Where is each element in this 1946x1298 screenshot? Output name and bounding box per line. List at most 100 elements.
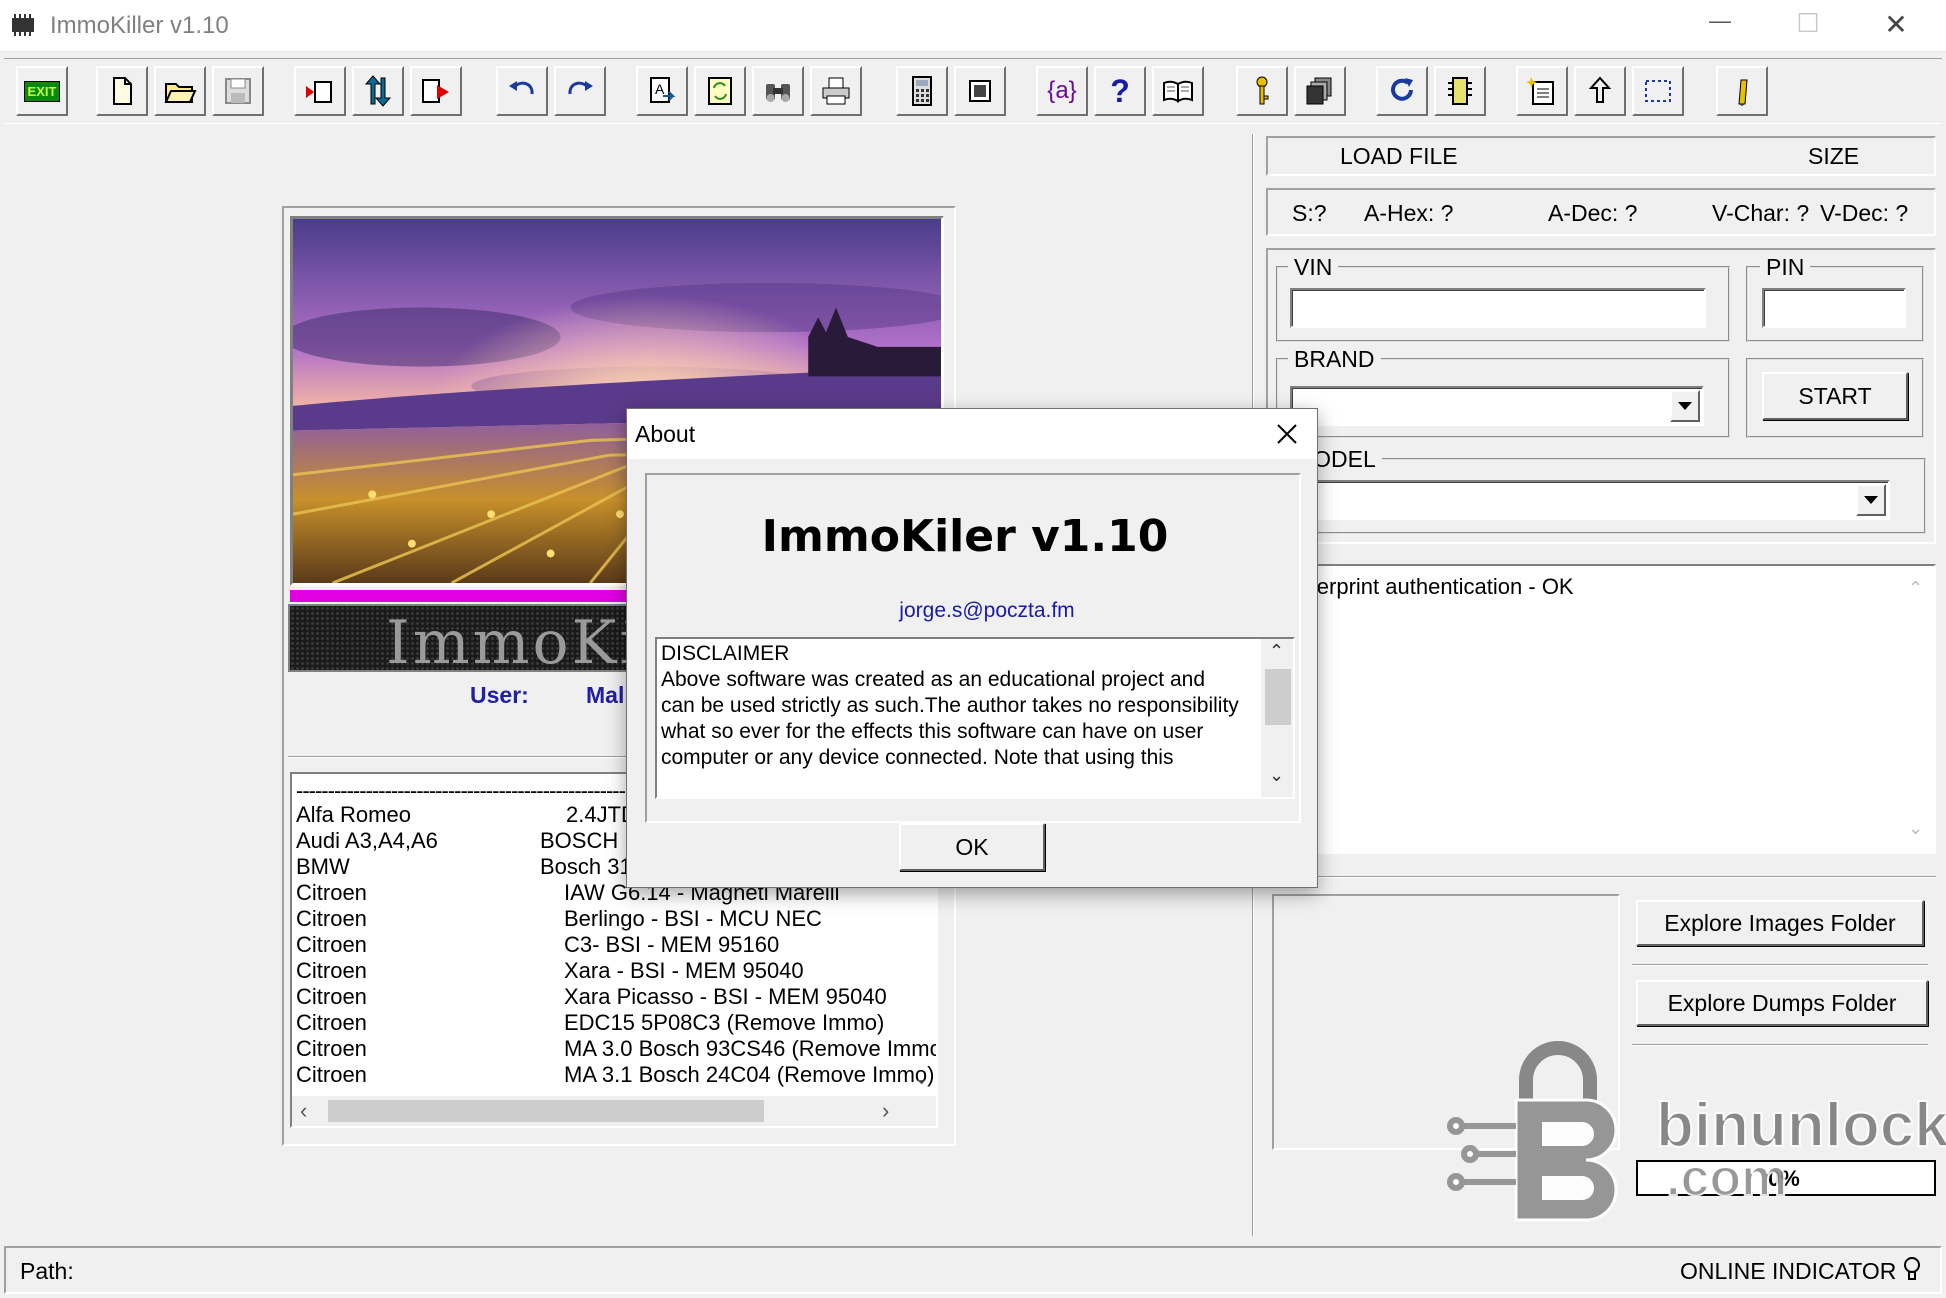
about-close-button[interactable] <box>1267 415 1307 453</box>
swap-button[interactable] <box>352 66 404 116</box>
disclaimer-line: DISCLAIMER <box>661 642 790 665</box>
about-ok-button[interactable]: OK <box>899 823 1045 871</box>
model-dropdown-button[interactable] <box>1856 484 1886 516</box>
log-scroll-up-icon[interactable]: ⌃ <box>1908 578 1923 599</box>
info-row: S:? A-Hex: ? A-Dec: ? V-Char: ? V-Dec: ? <box>1266 188 1936 236</box>
v-char-value: V-Char: ? <box>1712 200 1810 226</box>
disclaimer-scroll-thumb[interactable] <box>1265 669 1291 725</box>
manual-button[interactable] <box>1152 66 1204 116</box>
convert-icon <box>708 77 732 105</box>
log-box[interactable]: Fingerprint authentication - OK ⌃ ⌄ <box>1266 564 1936 854</box>
help-icon: ? <box>1110 72 1130 109</box>
info-button[interactable] <box>1716 66 1768 116</box>
folder-open-icon <box>164 83 197 103</box>
import-button[interactable] <box>294 66 346 116</box>
close-button[interactable]: ✕ <box>1876 8 1916 44</box>
binoculars-icon <box>766 84 790 102</box>
log-text: Fingerprint authentication - OK <box>1274 574 1574 599</box>
disclaimer-line: can be used strictly as such.The author … <box>661 694 1239 717</box>
new-file-icon <box>113 77 132 105</box>
convert-button[interactable] <box>694 66 746 116</box>
minimize-button[interactable]: — <box>1700 8 1740 44</box>
scroll-thumb[interactable] <box>328 1100 764 1122</box>
vin-field[interactable] <box>1290 288 1706 328</box>
brand-dropdown-button[interactable] <box>1670 390 1700 422</box>
explore-divider-1 <box>1632 964 1928 966</box>
list-item[interactable]: Citroen Berlingo - BSI - MCU NEC <box>296 906 916 932</box>
svg-text:A: A <box>655 81 665 97</box>
magenta-bar <box>290 590 636 602</box>
key-button[interactable] <box>1236 66 1288 116</box>
open-file-button[interactable] <box>154 66 206 116</box>
chip-button[interactable] <box>954 66 1006 116</box>
list-item-ecu: MA 3.0 Bosch 93CS46 (Remove Immo) <box>564 1036 938 1061</box>
log-scroll-down-icon[interactable]: ⌄ <box>1908 818 1923 839</box>
undo-icon <box>509 81 534 95</box>
lock-logo-icon <box>1447 1041 1618 1222</box>
led-banner-text: ImmoKiller <box>386 608 632 672</box>
export-icon <box>422 79 449 103</box>
disclaimer-text: DISCLAIMER Above software was created as … <box>661 641 1257 771</box>
scroll-left-icon[interactable]: ‹ <box>300 1098 307 1124</box>
select-button[interactable] <box>1632 66 1684 116</box>
memory-button[interactable] <box>1434 66 1486 116</box>
undo-button[interactable] <box>496 66 548 116</box>
disclaimer-box[interactable]: DISCLAIMER Above software was created as … <box>655 637 1295 799</box>
print-button[interactable] <box>810 66 862 116</box>
list-scroll-down-icon[interactable]: ⌄ <box>914 1068 929 1089</box>
new-file-button[interactable] <box>96 66 148 116</box>
list-item[interactable]: Citroen Xara - BSI - MEM 95040 <box>296 958 916 984</box>
list-item-ecu: C3- BSI - MEM 95160 <box>564 932 780 957</box>
export-button[interactable] <box>410 66 462 116</box>
maximize-button[interactable]: ☐ <box>1788 8 1828 44</box>
copy-button[interactable] <box>1294 66 1346 116</box>
online-indicator-label: ONLINE INDICATOR <box>1680 1258 1897 1284</box>
pin-field[interactable] <box>1762 288 1906 328</box>
refresh-button[interactable] <box>1376 66 1428 116</box>
goto-icon: A <box>650 77 676 103</box>
calculator-button[interactable] <box>896 66 948 116</box>
explore-dumps-button[interactable]: Explore Dumps Folder <box>1636 980 1928 1026</box>
scroll-right-icon[interactable]: › <box>882 1098 889 1124</box>
horizontal-scrollbar[interactable]: ‹ › <box>292 1096 936 1126</box>
about-app-name: ImmoKiler v1.10 <box>761 511 1169 562</box>
new-document-icon <box>1526 77 1554 105</box>
vin-label: VIN <box>1288 254 1339 281</box>
variables-button[interactable]: {a} <box>1036 66 1088 116</box>
a-dec-value: A-Dec: ? <box>1548 200 1638 226</box>
redo-button[interactable] <box>554 66 606 116</box>
list-item[interactable]: Citroen EDC15 5P08C3 (Remove Immo) <box>296 1010 916 1036</box>
save-button[interactable] <box>212 66 264 116</box>
load-file-label: LOAD FILE <box>1340 143 1458 169</box>
about-email-link[interactable]: jorge.s@poczta.fm <box>647 599 1327 623</box>
list-item[interactable]: Citroen MA 3.0 Bosch 93CS46 (Remove Immo) <box>296 1036 936 1062</box>
help-button[interactable]: ? <box>1094 66 1146 116</box>
arrow-up-icon <box>1588 76 1612 103</box>
import-icon <box>306 81 332 103</box>
list-item-brand: Citroen <box>296 932 367 957</box>
pin-label: PIN <box>1760 254 1811 281</box>
lightbulb-icon <box>1904 1257 1920 1280</box>
save-icon <box>225 78 251 104</box>
find-button[interactable] <box>752 66 804 116</box>
new-project-button[interactable] <box>1516 66 1568 116</box>
start-button[interactable]: START <box>1762 372 1908 420</box>
goto-button[interactable]: A <box>636 66 688 116</box>
book-icon <box>1163 80 1193 103</box>
explore-images-button[interactable]: Explore Images Folder <box>1636 900 1924 946</box>
disclaimer-scrollbar[interactable]: ⌃ ⌄ <box>1261 639 1293 797</box>
brand-select[interactable] <box>1290 386 1704 426</box>
upload-button[interactable] <box>1574 66 1626 116</box>
chevron-down-icon <box>1678 402 1692 410</box>
disclaimer-line: Above software was created as an educati… <box>661 668 1206 691</box>
list-item[interactable]: Citroen MA 3.1 Bosch 24C04 (Remove Immo) <box>296 1062 934 1088</box>
list-item[interactable]: Citroen Xara Picasso - BSI - MEM 95040 <box>296 984 916 1010</box>
disclaimer-scroll-up-icon[interactable]: ⌃ <box>1269 641 1284 662</box>
model-select[interactable] <box>1290 480 1890 520</box>
brand-label: BRAND <box>1288 346 1381 373</box>
list-item[interactable]: Citroen C3- BSI - MEM 95160 <box>296 932 916 958</box>
list-item-brand: Citroen <box>296 1036 367 1061</box>
exit-button[interactable]: EXIT <box>16 66 68 116</box>
disclaimer-scroll-down-icon[interactable]: ⌄ <box>1269 765 1284 786</box>
window-title: ImmoKiller v1.10 <box>50 12 229 39</box>
